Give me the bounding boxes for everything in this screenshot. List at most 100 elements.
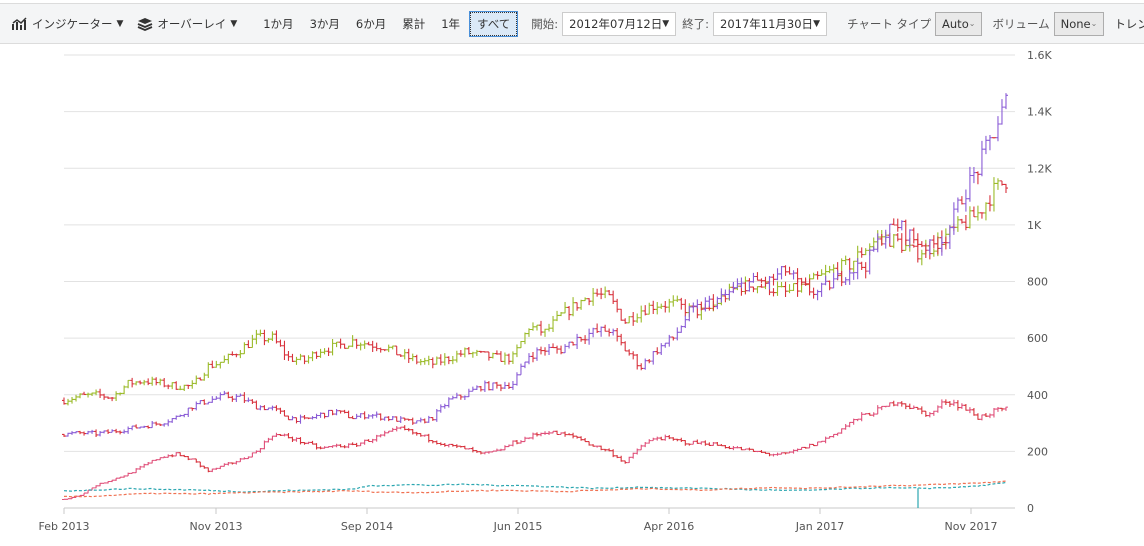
- ohlc-bar: [627, 456, 632, 464]
- ohlc-bar: [563, 344, 568, 354]
- ohlc-bar: [887, 223, 892, 244]
- ohlc-bar: [190, 380, 195, 389]
- ohlc-bar: [98, 388, 103, 399]
- ohlc-bar: [202, 372, 207, 381]
- ohlc-bar: [346, 410, 351, 419]
- ohlc-bar: [162, 456, 167, 459]
- ohlc-bar: [623, 341, 628, 352]
- ohlc-bar: [767, 452, 772, 457]
- ohlc-bar: [623, 460, 628, 464]
- ohlc-bar: [687, 443, 692, 446]
- ohlc-bar: [446, 443, 451, 448]
- ohlc-bar: [963, 404, 968, 411]
- ohlc-bar: [807, 443, 812, 449]
- ohlc-bar: [426, 415, 431, 423]
- period-6-month[interactable]: 6か月: [350, 13, 392, 35]
- ohlc-bar: [322, 446, 327, 449]
- period-ytd[interactable]: 累計: [396, 13, 431, 35]
- ohlc-bar: [406, 418, 411, 421]
- ohlc-bar: [478, 385, 483, 392]
- period-1-month[interactable]: 1か月: [257, 13, 299, 35]
- ohlc-bar: [314, 351, 319, 359]
- ohlc-bar: [470, 351, 475, 358]
- ohlc-bar: [334, 341, 339, 348]
- ohlc-bar: [927, 239, 932, 256]
- ohlc-bar: [434, 440, 439, 445]
- ohlc-bar: [711, 441, 716, 447]
- ohlc-bar: [763, 451, 768, 454]
- ohlc-bar: [70, 431, 75, 435]
- period-1-year[interactable]: 1年: [435, 13, 466, 35]
- ohlc-bar: [707, 295, 712, 308]
- ohlc-bar: [362, 340, 367, 349]
- ohlc-bar: [314, 413, 319, 419]
- ohlc-bar: [551, 343, 556, 349]
- ohlc-bar: [703, 440, 708, 446]
- y-tick-label: 0: [1027, 502, 1034, 515]
- ohlc-bar: [999, 407, 1004, 412]
- period-all[interactable]: すべて: [469, 10, 519, 37]
- ohlc-bar: [302, 355, 307, 365]
- indicator-menu-button[interactable]: インジケーター ▼: [12, 16, 123, 32]
- ohlc-bar: [134, 468, 139, 474]
- caret-down-icon: ▼: [813, 18, 820, 29]
- ohlc-bar: [687, 305, 692, 322]
- ohlc-bar: [230, 395, 235, 402]
- caret-down-icon: ▼: [662, 18, 670, 29]
- ohlc-bar: [859, 412, 864, 422]
- ohlc-bar: [442, 443, 447, 447]
- volume-select[interactable]: None ⌄: [1053, 11, 1105, 36]
- ohlc-bar: [827, 265, 832, 274]
- ohlc-bar: [194, 375, 199, 385]
- chart-type-select[interactable]: Auto ⌄: [935, 11, 983, 36]
- ohlc-bar: [450, 443, 455, 447]
- ohlc-bar: [214, 360, 219, 368]
- ohlc-bar: [222, 463, 227, 467]
- ohlc-bar: [943, 236, 948, 250]
- ohlc-bar: [775, 268, 780, 281]
- ohlc-bar: [843, 424, 848, 430]
- ohlc-bar: [334, 443, 339, 448]
- ohlc-bar: [482, 351, 487, 353]
- ohlc-bar: [198, 461, 203, 468]
- ohlc-bar: [270, 405, 275, 411]
- start-date-picker[interactable]: 2012年07月12日 ▼: [562, 11, 677, 36]
- period-3-month[interactable]: 3か月: [304, 13, 346, 35]
- ohlc-bar: [815, 271, 820, 280]
- ohlc-bar: [619, 308, 624, 321]
- ohlc-bar: [983, 412, 988, 417]
- ohlc-bar: [330, 445, 335, 448]
- ohlc-bar: [999, 180, 1004, 186]
- ohlc-bar: [779, 266, 784, 280]
- trendline-button[interactable]: トレンドライン: [1114, 16, 1144, 32]
- ohlc-bar: [134, 381, 139, 386]
- ohlc-bar: [539, 432, 544, 437]
- ohlc-bar: [543, 328, 548, 337]
- ohlc-bar: [414, 354, 419, 365]
- ohlc-bar: [306, 355, 311, 364]
- ohlc-bar: [502, 445, 507, 451]
- ohlc-bar: [775, 281, 780, 296]
- ohlc-bar: [110, 479, 115, 483]
- overlay-menu-button[interactable]: オーバーレイ ▼: [137, 16, 237, 32]
- ohlc-bar: [498, 384, 503, 392]
- x-tick-label: Feb 2013: [39, 520, 90, 533]
- ohlc-bar: [635, 353, 640, 370]
- ohlc-bar: [61, 433, 66, 437]
- ohlc-bar: [939, 399, 944, 409]
- end-date-picker[interactable]: 2017年11月30日 ▼: [713, 11, 827, 36]
- ohlc-bar: [947, 224, 952, 249]
- ohlc-bar: [186, 455, 191, 461]
- ohlc-bar: [671, 437, 676, 441]
- ohlc-bar: [963, 189, 968, 212]
- ohlc-bar: [66, 498, 71, 500]
- ohlc-bar: [422, 434, 427, 437]
- ohlc-bar: [799, 446, 804, 450]
- ohlc-bar: [61, 397, 66, 405]
- ohlc-bar: [186, 384, 191, 389]
- ohlc-bar: [631, 351, 636, 360]
- ohlc-bar: [382, 416, 387, 421]
- ohlc-bar: [543, 431, 548, 435]
- stock-chart[interactable]: 0 200 400 600 800 1K 1.2K 1.4K 1.6K Feb 2013 Nov 2…: [0, 44, 1144, 546]
- ohlc-bar: [414, 420, 419, 424]
